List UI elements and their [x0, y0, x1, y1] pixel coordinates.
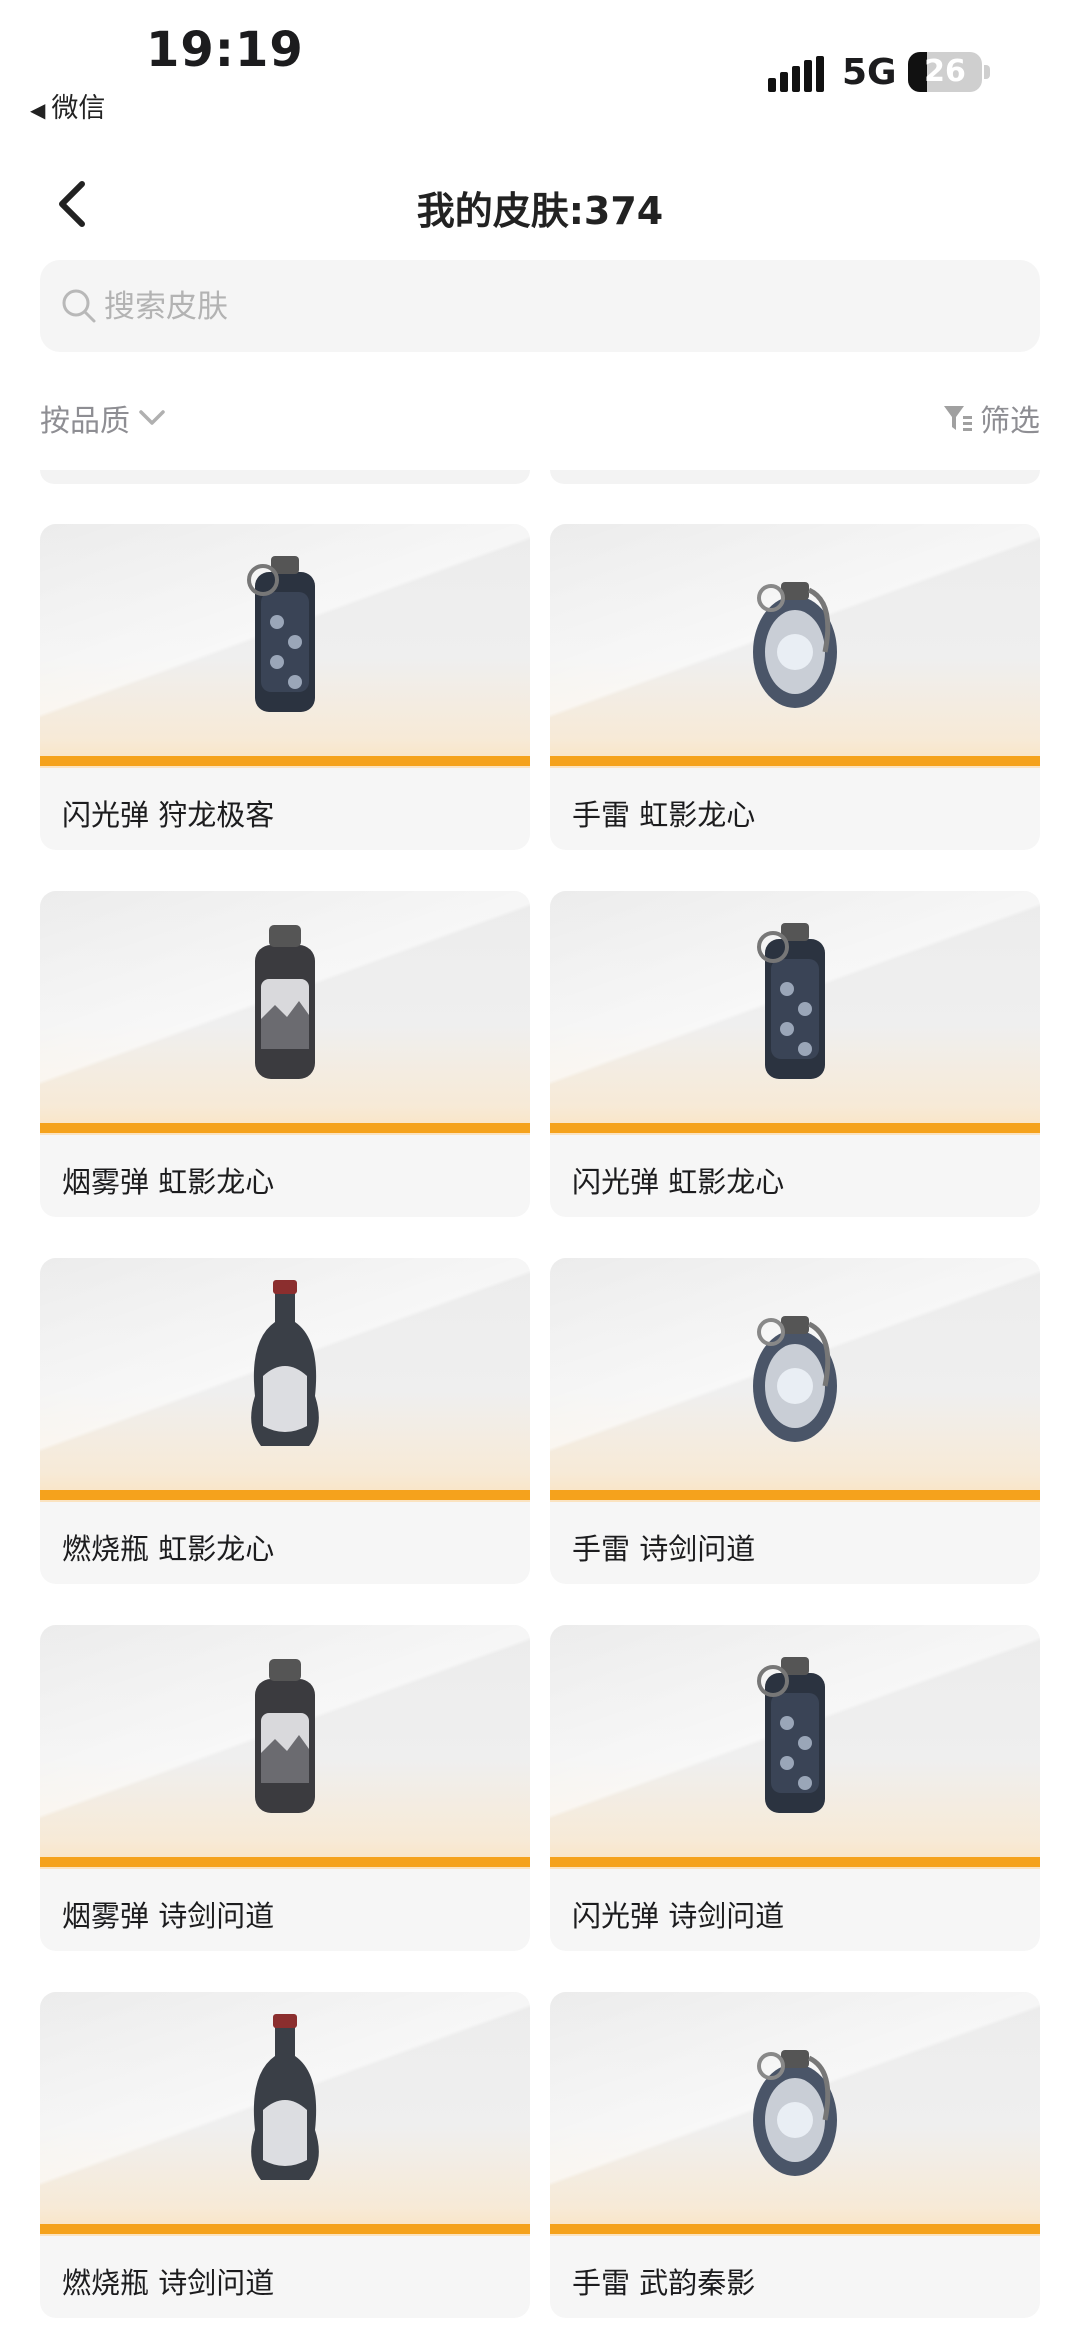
skin-image: [40, 1258, 530, 1502]
skin-image: [40, 1625, 530, 1869]
quality-bar: [550, 1123, 1040, 1133]
skin-name: 手雷 武韵秦影: [572, 2266, 756, 2300]
search-icon: [62, 289, 96, 323]
nav-bar: 我的皮肤:374: [0, 160, 1080, 250]
filter-label: 筛选: [980, 404, 1040, 439]
skin-card[interactable]: 闪光弹 诗剑问道: [550, 1625, 1040, 1951]
molotov-icon: [251, 2014, 319, 2180]
sort-label: 按品质: [40, 404, 130, 439]
skin-card[interactable]: 手雷 虹影龙心: [550, 524, 1040, 850]
search-input[interactable]: [102, 260, 1006, 354]
skin-image: [550, 891, 1040, 1135]
skin-name: 手雷 虹影龙心: [572, 798, 756, 832]
back-triangle-icon: ◀: [30, 98, 46, 122]
skin-image: [550, 1992, 1040, 2236]
grenade-icon: [753, 2050, 837, 2176]
skin-image: [550, 1625, 1040, 1869]
quality-bar: [40, 756, 530, 766]
status-bar: 19:19 ◀ 微信 5G 26: [0, 0, 1080, 150]
battery-icon: 26: [908, 52, 982, 92]
flashbang-icon: [757, 923, 825, 1079]
molotov-icon: [251, 1280, 319, 1446]
skin-image: [40, 1992, 530, 2236]
skin-card[interactable]: 闪光弹 狩龙极客: [40, 524, 530, 850]
skin-grid: 闪光弹 狩龙极客 手雷 虹影龙心 烟雾弹 虹影龙心 闪光弹 虹影龙心 燃烧瓶 虹影龙心手…: [0, 460, 1080, 2341]
quality-bar: [550, 1490, 1040, 1500]
previous-card-bottom: [40, 470, 530, 484]
skin-name: 闪光弹 虹影龙心: [572, 1165, 785, 1199]
skin-card[interactable]: 手雷 武韵秦影: [550, 1992, 1040, 2318]
smoke-grenade-icon: [255, 1659, 315, 1813]
smoke-grenade-icon: [255, 925, 315, 1079]
grenade-icon: [753, 1316, 837, 1442]
skin-card[interactable]: 闪光弹 虹影龙心: [550, 891, 1040, 1217]
filter-button[interactable]: 筛选: [942, 396, 1040, 440]
quality-bar: [550, 1857, 1040, 1867]
filter-icon: [944, 406, 972, 431]
quality-bar: [550, 756, 1040, 766]
back-to-app-link[interactable]: ◀ 微信: [30, 86, 105, 125]
skin-card[interactable]: 烟雾弹 虹影龙心: [40, 891, 530, 1217]
skin-image: [550, 1258, 1040, 1502]
back-app-label: 微信: [51, 93, 106, 124]
skin-name: 手雷 诗剑问道: [572, 1532, 756, 1566]
chevron-down-icon: [139, 410, 165, 425]
status-time: 19:19: [146, 22, 304, 78]
flashbang-icon: [247, 556, 315, 712]
skin-name: 燃烧瓶 虹影龙心: [62, 1532, 275, 1566]
quality-bar: [550, 2224, 1040, 2234]
skin-image: [40, 891, 530, 1135]
skin-name: 燃烧瓶 诗剑问道: [62, 2266, 275, 2300]
signal-icon: [768, 56, 824, 92]
skin-image: [40, 524, 530, 768]
skin-image: [550, 524, 1040, 768]
skin-name: 烟雾弹 虹影龙心: [62, 1165, 275, 1199]
skin-card[interactable]: 烟雾弹 诗剑问道: [40, 1625, 530, 1951]
previous-card-bottom: [550, 470, 1040, 484]
skin-card[interactable]: 燃烧瓶 诗剑问道: [40, 1992, 530, 2318]
battery-level: 26: [924, 54, 966, 89]
quality-bar: [40, 2224, 530, 2234]
network-type: 5G: [842, 52, 897, 93]
grenade-icon: [753, 582, 837, 708]
skin-card[interactable]: 燃烧瓶 虹影龙心: [40, 1258, 530, 1584]
flashbang-icon: [757, 1657, 825, 1813]
sort-by-quality-dropdown[interactable]: 按品质: [40, 396, 166, 440]
search-bar[interactable]: [40, 260, 1040, 354]
skin-name: 闪光弹 狩龙极客: [62, 798, 275, 832]
skin-name: 烟雾弹 诗剑问道: [62, 1899, 275, 1933]
skin-card[interactable]: 手雷 诗剑问道: [550, 1258, 1040, 1584]
battery-tip: [984, 65, 990, 79]
quality-bar: [40, 1123, 530, 1133]
quality-bar: [40, 1857, 530, 1867]
page-title: 我的皮肤:374: [416, 189, 664, 233]
quality-bar: [40, 1490, 530, 1500]
skin-name: 闪光弹 诗剑问道: [572, 1899, 785, 1933]
